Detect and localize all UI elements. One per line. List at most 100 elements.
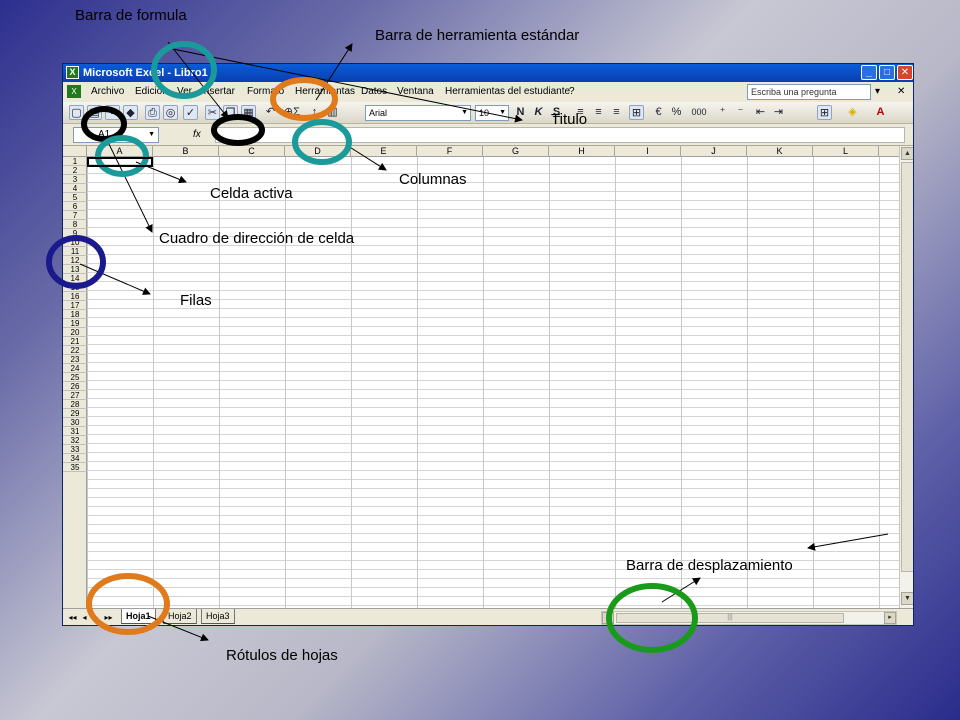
maximize-button[interactable]: □: [879, 65, 895, 80]
chart-icon[interactable]: ▥: [325, 105, 340, 120]
row-header[interactable]: 18: [63, 310, 87, 319]
menu-herramientas-estudiante[interactable]: Herramientas del estudiante: [445, 82, 570, 102]
cut-icon[interactable]: ✂: [205, 105, 220, 120]
row-header[interactable]: 12: [63, 256, 87, 265]
column-header[interactable]: B: [153, 146, 219, 157]
row-header[interactable]: 3: [63, 175, 87, 184]
row-header[interactable]: 32: [63, 436, 87, 445]
row-header[interactable]: 20: [63, 328, 87, 337]
vertical-scroll-thumb[interactable]: [901, 162, 913, 572]
print-icon[interactable]: ⎙: [145, 105, 160, 120]
row-header[interactable]: 2: [63, 166, 87, 175]
formula-input[interactable]: [215, 127, 905, 143]
menu-ventana[interactable]: Ventana: [397, 82, 434, 102]
scroll-up-icon[interactable]: ▲: [901, 147, 913, 160]
name-box[interactable]: A1 ▼: [73, 127, 159, 143]
row-header[interactable]: 13: [63, 265, 87, 274]
menu-ver[interactable]: Ver: [177, 82, 192, 102]
thousands-button[interactable]: 000: [689, 105, 709, 120]
scroll-left-icon[interactable]: ◂: [602, 612, 614, 624]
ask-question-input[interactable]: Escriba una pregunta: [747, 84, 871, 100]
row-header[interactable]: 16: [63, 292, 87, 301]
row-header[interactable]: 7: [63, 211, 87, 220]
menu-herramientas[interactable]: Herramientas: [295, 82, 355, 102]
close-button[interactable]: ✕: [897, 65, 913, 80]
row-header[interactable]: 15: [63, 283, 87, 292]
column-header[interactable]: C: [219, 146, 285, 157]
menu-formato[interactable]: Formato: [247, 82, 284, 102]
scroll-right-icon[interactable]: ▸: [884, 612, 896, 624]
fill-color-icon[interactable]: ◈: [845, 105, 860, 120]
align-center-icon[interactable]: ≡: [591, 105, 606, 120]
select-all-corner[interactable]: [63, 146, 87, 157]
horizontal-scrollbar[interactable]: ◂ ||| ▸: [601, 611, 897, 625]
menu-datos[interactable]: Datos: [361, 82, 387, 102]
increase-decimal-icon[interactable]: ⁺: [715, 105, 730, 120]
column-header[interactable]: E: [351, 146, 417, 157]
row-header[interactable]: 1: [63, 157, 87, 166]
column-header[interactable]: L: [813, 146, 879, 157]
row-header[interactable]: 5: [63, 193, 87, 202]
column-header[interactable]: F: [417, 146, 483, 157]
row-header[interactable]: 6: [63, 202, 87, 211]
borders-icon[interactable]: ⊞: [817, 105, 832, 120]
preview-icon[interactable]: ◎: [163, 105, 178, 120]
row-header[interactable]: 35: [63, 463, 87, 472]
paste-icon[interactable]: ▦: [241, 105, 256, 120]
menu-ayuda[interactable]: ?: [569, 82, 575, 102]
horizontal-scroll-thumb[interactable]: |||: [616, 613, 844, 623]
undo-icon[interactable]: ↶: [263, 105, 278, 120]
row-header[interactable]: 31: [63, 427, 87, 436]
euro-button[interactable]: €: [651, 105, 666, 120]
save-icon[interactable]: ▪: [105, 105, 120, 120]
row-header[interactable]: 17: [63, 301, 87, 310]
minimize-button[interactable]: _: [861, 65, 877, 80]
last-sheet-icon[interactable]: ▸▸: [103, 612, 114, 624]
permission-icon[interactable]: ◆: [123, 105, 138, 120]
name-box-dropdown-icon[interactable]: ▼: [148, 128, 155, 142]
row-header[interactable]: 30: [63, 418, 87, 427]
decrease-decimal-icon[interactable]: ⁻: [733, 105, 748, 120]
row-header[interactable]: 21: [63, 337, 87, 346]
scroll-down-icon[interactable]: ▼: [901, 592, 913, 605]
row-header[interactable]: 27: [63, 391, 87, 400]
next-sheet-icon[interactable]: ▸: [91, 612, 102, 624]
sheet-tab-hoja3[interactable]: Hoja3: [201, 609, 235, 624]
row-header[interactable]: 23: [63, 355, 87, 364]
ask-dropdown-icon[interactable]: ▾: [875, 82, 880, 102]
worksheet-grid[interactable]: ABCDEFGHIJKL 1 2 3 4 5 6 7 8 9 10 11 12 13 14 15 16 17 18…: [63, 146, 899, 608]
column-header[interactable]: I: [615, 146, 681, 157]
row-header[interactable]: 34: [63, 454, 87, 463]
decrease-indent-icon[interactable]: ⇤: [753, 105, 768, 120]
menu-archivo[interactable]: Archivo: [91, 82, 124, 102]
row-header[interactable]: 14: [63, 274, 87, 283]
font-name-select[interactable]: Arial ▼: [365, 105, 471, 121]
align-right-icon[interactable]: ≡: [609, 105, 624, 120]
row-header[interactable]: 28: [63, 400, 87, 409]
increase-indent-icon[interactable]: ⇥: [771, 105, 786, 120]
row-header[interactable]: 8: [63, 220, 87, 229]
italic-button[interactable]: K: [531, 105, 546, 120]
row-header[interactable]: 22: [63, 346, 87, 355]
row-header[interactable]: 26: [63, 382, 87, 391]
font-size-select[interactable]: 10 ▼: [475, 105, 509, 121]
row-header[interactable]: 33: [63, 445, 87, 454]
copy-icon[interactable]: ❐: [223, 105, 238, 120]
row-header[interactable]: 9: [63, 229, 87, 238]
font-color-icon[interactable]: A: [873, 105, 888, 120]
open-icon[interactable]: ▤: [87, 105, 102, 120]
first-sheet-icon[interactable]: ◂◂: [67, 612, 78, 624]
column-header[interactable]: K: [747, 146, 813, 157]
menu-insertar[interactable]: Insertar: [201, 82, 235, 102]
merge-center-icon[interactable]: ⊞: [629, 105, 644, 120]
row-header[interactable]: 10: [63, 238, 87, 247]
workbook-icon[interactable]: X: [67, 85, 81, 98]
row-header[interactable]: 11: [63, 247, 87, 256]
sort-icon[interactable]: ↕: [307, 105, 322, 120]
row-header[interactable]: 24: [63, 364, 87, 373]
insert-function-icon[interactable]: fx: [193, 127, 201, 143]
column-header[interactable]: H: [549, 146, 615, 157]
spelling-icon[interactable]: ✓: [183, 105, 198, 120]
vertical-scrollbar[interactable]: ▲ ▼: [899, 146, 913, 608]
column-header[interactable]: G: [483, 146, 549, 157]
